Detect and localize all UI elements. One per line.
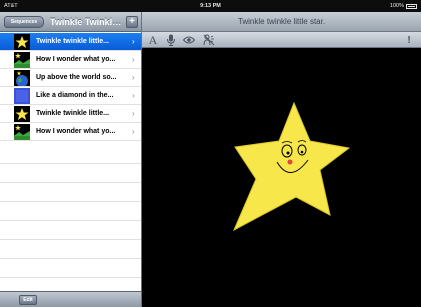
star-thumbnail-icon (14, 34, 30, 50)
chevron-right-icon: › (132, 109, 135, 118)
alert-button[interactable]: ! (402, 33, 416, 47)
battery-icon (406, 3, 417, 9)
detail-pane: Twinkle twinkle little star. A ! (142, 12, 421, 307)
list-item[interactable]: How I wonder what yo... › (0, 51, 141, 69)
star-shape (232, 101, 351, 232)
add-button[interactable]: + (126, 16, 138, 28)
microphone-icon[interactable] (164, 33, 178, 47)
list-item-label: How I wonder what yo... (36, 128, 116, 135)
chevron-right-icon: › (132, 91, 135, 100)
world-thumbnail-icon (14, 70, 30, 86)
smiling-star-drawing (232, 101, 351, 232)
diamond-thumbnail-icon (14, 88, 30, 104)
divider (0, 182, 141, 183)
detail-nav-bar: Twinkle twinkle little star. (142, 12, 421, 32)
divider (0, 163, 141, 164)
drawing-canvas[interactable] (142, 48, 421, 307)
nose (287, 159, 293, 165)
sidebar-title: Twinkle Twinkle... (50, 17, 124, 27)
divider (0, 277, 141, 278)
divider (0, 258, 141, 259)
chevron-right-icon: › (132, 55, 135, 64)
list-item[interactable]: How I wonder what yo... › (0, 123, 141, 141)
mute-speaker-icon[interactable] (202, 33, 216, 47)
clock: 9:13 PM (200, 3, 221, 9)
list-item-label: Twinkle twinkle little... (36, 38, 109, 45)
star-thumbnail-icon (14, 106, 30, 122)
text-tool-button[interactable]: A (146, 33, 160, 47)
landscape-thumbnail-icon (14, 52, 30, 68)
chevron-right-icon: › (132, 127, 135, 136)
sidebar-nav-bar: Sequences Twinkle Twinkle... + (0, 12, 141, 32)
divider (0, 201, 141, 202)
sidebar: Sequences Twinkle Twinkle... + Twinkle t… (0, 12, 142, 307)
chevron-right-icon: › (132, 37, 135, 46)
eye-icon[interactable] (182, 33, 196, 47)
list-item-label: How I wonder what yo... (36, 56, 116, 63)
slide-list: Twinkle twinkle little... › How I wonder… (0, 33, 141, 141)
list-item[interactable]: Up above the world so... › (0, 69, 141, 87)
editor-toolbar: A ! (142, 32, 421, 48)
divider (0, 239, 141, 240)
list-item-label: Twinkle twinkle little... (36, 110, 109, 117)
list-item-label: Up above the world so... (36, 74, 117, 81)
right-pupil (300, 150, 304, 154)
list-item-label: Like a diamond in the... (36, 92, 114, 99)
status-bar: AT&T 9:13 PM 100% (0, 0, 421, 12)
left-pupil (286, 151, 290, 155)
chevron-right-icon: › (132, 73, 135, 82)
landscape-thumbnail-icon (14, 124, 30, 140)
list-item[interactable]: Twinkle twinkle little... › (0, 105, 141, 123)
list-item[interactable]: Twinkle twinkle little... › (0, 33, 141, 51)
edit-button[interactable]: Edit (19, 295, 37, 305)
battery-percent: 100% (389, 3, 404, 9)
list-item[interactable]: Like a diamond in the... › (0, 87, 141, 105)
divider (0, 220, 141, 221)
back-button[interactable]: Sequences (4, 16, 44, 28)
sidebar-toolbar: Edit (0, 291, 141, 307)
page-title: Twinkle twinkle little star. (237, 17, 326, 26)
battery-indicator: 100% (390, 3, 417, 9)
